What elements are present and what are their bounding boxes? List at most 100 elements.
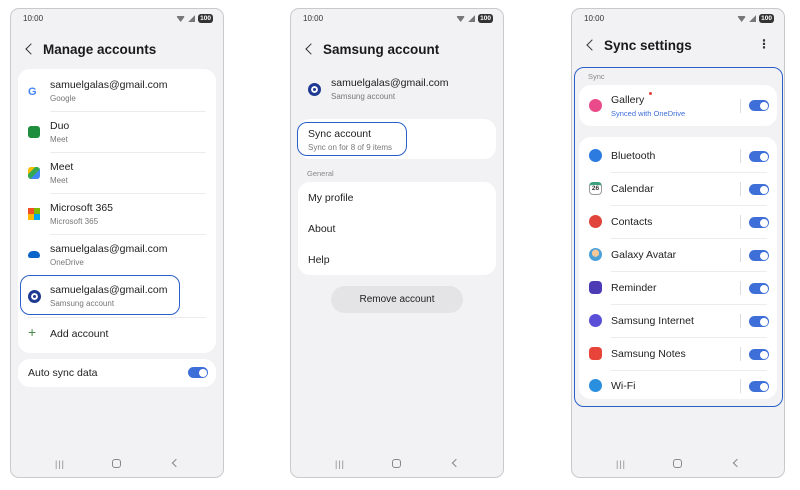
account-type: Meet [50,176,68,185]
google-icon: G [28,86,37,98]
home-icon[interactable] [673,459,682,468]
samsung-internet-toggle[interactable] [749,316,769,327]
samsung-notes-toggle[interactable] [749,349,769,360]
recents-icon[interactable]: ||| [335,459,345,469]
signal-icon [188,15,196,22]
status-time: 10:00 [584,14,605,23]
account-item-google[interactable]: G samuelgalas@gmail.com Google [18,77,216,109]
header: Samsung account [301,41,493,61]
auto-sync-toggle[interactable] [188,367,208,378]
galaxy-avatar-toggle[interactable] [749,250,769,261]
nav-back-icon[interactable] [171,458,181,468]
sync-item-calendar[interactable]: 26 Calendar [579,175,777,203]
account-email-sub: Samsung account [331,92,396,101]
signal-icon [468,15,476,22]
add-account-label: Add account [50,328,109,340]
remove-account-button[interactable]: Remove account [331,286,463,313]
account-name: Meet [50,161,74,173]
galaxy-avatar-icon [589,248,602,261]
duo-icon [28,126,40,138]
sync-item-bluetooth[interactable]: Bluetooth [579,142,777,170]
phone-sync-settings: 10:00 100 Sync settings ⋮ Sync Gallery S… [571,8,785,478]
page-title: Samsung account [323,42,440,57]
samsung-internet-icon [589,314,602,327]
gallery-toggle[interactable] [749,100,769,111]
battery-badge: 100 [198,14,213,23]
account-type: OneDrive [50,258,84,267]
status-time: 10:00 [23,14,44,23]
account-item-microsoft[interactable]: Microsoft 365 Microsoft 365 [18,200,216,232]
account-item-duo[interactable]: Duo Meet [18,118,216,150]
calendar-icon: 26 [589,182,602,195]
status-bar: 10:00 100 [303,14,493,26]
calendar-toggle[interactable] [749,184,769,195]
sync-item-label: Samsung Notes [611,348,686,360]
sync-item-samsung-internet[interactable]: Samsung Internet [579,307,777,335]
page-title: Sync settings [604,38,692,53]
header: Manage accounts [21,41,213,61]
onedrive-icon [28,251,40,258]
sync-item-reminder[interactable]: Reminder [579,274,777,302]
nav-back-icon[interactable] [732,458,742,468]
wifi-status-icon [456,16,466,22]
account-item-onedrive[interactable]: samuelgalas@gmail.com OneDrive [18,241,216,273]
microsoft-icon [28,208,40,220]
wifi-status-icon [737,16,747,22]
gallery-row[interactable]: Gallery Synced with OneDrive [579,85,777,126]
wifi-status-icon [176,16,186,22]
account-type: Microsoft 365 [50,217,99,226]
sync-item-galaxy-avatar[interactable]: Galaxy Avatar [579,241,777,269]
sync-item-label: Calendar [611,183,654,195]
home-icon[interactable] [392,459,401,468]
page-title: Manage accounts [43,42,157,57]
more-options-icon[interactable]: ⋮ [758,37,770,51]
wifi-icon [589,379,602,392]
account-email: samuelgalas@gmail.com [331,77,449,89]
sync-section-label: Sync [588,72,605,81]
bluetooth-toggle[interactable] [749,151,769,162]
back-arrow-icon[interactable] [25,43,37,55]
auto-sync-row[interactable]: Auto sync data [18,359,216,387]
sync-item-label: Samsung Internet [611,315,694,327]
sync-item-samsung-notes[interactable]: Samsung Notes [579,340,777,368]
back-arrow-icon[interactable] [586,39,598,51]
contacts-toggle[interactable] [749,217,769,228]
reminder-toggle[interactable] [749,283,769,294]
account-type: Meet [50,135,68,144]
battery-badge: 100 [759,14,774,23]
help-item[interactable]: Help [308,254,330,266]
status-bar: 10:00 100 [584,14,774,26]
back-arrow-icon[interactable] [305,43,317,55]
sync-item-label: Galaxy Avatar [611,249,677,261]
recents-icon[interactable]: ||| [55,459,65,469]
sync-item-label: Reminder [611,282,657,294]
recents-icon[interactable]: ||| [616,459,626,469]
nav-back-icon[interactable] [451,458,461,468]
nav-bar: ||| [291,457,503,471]
account-name: Microsoft 365 [50,202,114,214]
sync-item-label: Wi-Fi [611,380,636,392]
account-header: samuelgalas@gmail.com Samsung account [291,75,503,107]
gallery-sub: Synced with OneDrive [611,109,686,118]
status-time: 10:00 [303,14,324,23]
nav-bar: ||| [11,457,223,471]
new-badge-dot [649,92,652,95]
gallery-label: Gallery [611,94,645,106]
samsung-notes-icon [589,347,602,360]
bluetooth-icon [589,149,602,162]
general-section-label: General [307,169,334,178]
sync-item-wifi[interactable]: Wi-Fi [579,372,777,398]
my-profile-item[interactable]: My profile [308,192,354,204]
sync-item-label: Contacts [611,216,653,228]
wifi-toggle[interactable] [749,381,769,392]
signal-icon [749,15,757,22]
auto-sync-label: Auto sync data [28,367,98,379]
sync-items-list: Bluetooth 26 Calendar Contacts Galaxy Av… [579,137,777,399]
account-item-meet[interactable]: Meet Meet [18,159,216,191]
home-icon[interactable] [112,459,121,468]
add-account-button[interactable]: + Add account [18,323,216,347]
sync-item-contacts[interactable]: Contacts [579,208,777,236]
about-item[interactable]: About [308,223,335,235]
sync-item-label: Bluetooth [611,150,656,162]
reminder-icon [589,281,602,294]
